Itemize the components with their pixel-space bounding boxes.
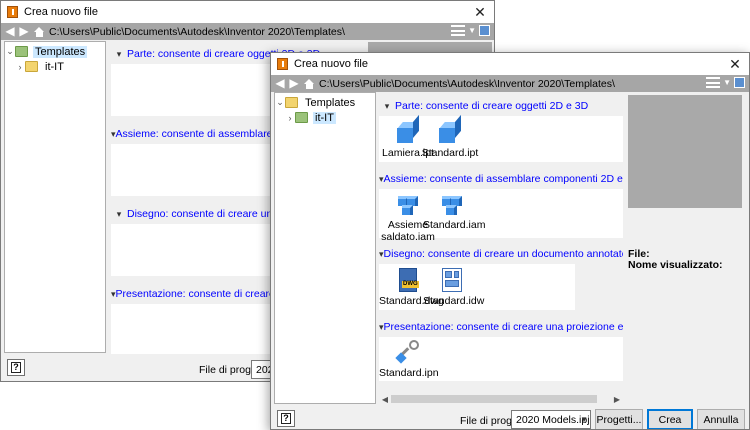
file-item-standard-iam[interactable]: Standard.iam — [423, 192, 485, 231]
chevron-down-icon[interactable]: ▼ — [723, 78, 731, 87]
group-header-disegno[interactable]: ▾ Disegno: consente di creare un document… — [379, 244, 623, 264]
folder-tree: ⌄ Templates › it-IT — [274, 92, 376, 404]
file-name: Standard.ipn — [379, 367, 439, 379]
dwg-tag: DWG — [402, 281, 419, 288]
window-title: Crea nuovo file — [294, 58, 368, 70]
chevron-down-icon[interactable]: ▼ — [468, 26, 476, 35]
group-title: Disegno: consente di creare un documento… — [383, 248, 623, 260]
group-body: Assieme saldato.iam Standard.iam — [379, 189, 623, 243]
help-icon: ? — [11, 362, 21, 373]
assembly-icon — [439, 192, 465, 216]
tree-item-templates[interactable]: ⌄ Templates — [5, 44, 105, 59]
dwg-file-icon: DWG — [399, 268, 419, 292]
close-icon[interactable]: ✕ — [721, 53, 749, 75]
inventor-app-icon — [277, 58, 288, 70]
tree-expander-icon[interactable]: › — [15, 62, 25, 72]
group-title: Presentazione: consente di creare una pr… — [383, 321, 623, 333]
view-list-icon[interactable] — [706, 77, 721, 88]
scroll-thumb[interactable] — [391, 395, 597, 403]
help-icon: ? — [281, 413, 291, 424]
forward-arrow-icon[interactable]: ▶ — [288, 75, 300, 92]
scroll-right-icon[interactable]: ▶ — [611, 395, 623, 404]
close-icon[interactable]: ✕ — [466, 1, 494, 23]
title-bar: Crea nuovo file ✕ — [1, 1, 494, 23]
path-text: C:\Users\Public\Documents\Autodesk\Inven… — [49, 25, 345, 38]
window-title: Crea nuovo file — [24, 6, 98, 18]
tree-item-it-it[interactable]: › it-IT — [275, 110, 375, 125]
tree-item-it-it[interactable]: › it-IT — [5, 59, 105, 74]
group-title: Assieme: consente di assemblare componen… — [383, 173, 623, 185]
help-button[interactable]: ? — [277, 410, 295, 427]
path-bar: ◀ ▶ C:\Users\Public\Documents\Autodesk\I… — [1, 23, 494, 40]
back-arrow-icon[interactable]: ◀ — [4, 23, 16, 40]
group-header-presentazione[interactable]: ▾Presentazione: consente di creare una p… — [379, 317, 623, 337]
back-arrow-icon[interactable]: ◀ — [274, 75, 286, 92]
path-bar: ◀ ▶ C:\Users\Public\Documents\Autodesk\I… — [271, 75, 749, 92]
file-item-standard-ipn[interactable]: Standard.ipn — [379, 340, 439, 379]
preview-pane-icon[interactable] — [734, 77, 745, 88]
preview-pane-icon[interactable] — [479, 25, 490, 36]
file-item-standard-ipt[interactable]: Standard.ipt — [421, 114, 479, 159]
forward-arrow-icon[interactable]: ▶ — [18, 23, 30, 40]
project-file-combo[interactable]: 2020 Models.ipj ▼ — [511, 410, 591, 429]
help-button[interactable]: ? — [7, 359, 25, 376]
inventor-app-icon — [7, 6, 18, 18]
path-text: C:\Users\Public\Documents\Autodesk\Inven… — [319, 77, 615, 90]
file-name: Standard.ipt — [421, 147, 479, 159]
home-icon[interactable] — [34, 26, 45, 37]
presentation-icon — [395, 340, 421, 364]
tree-label: it-IT — [313, 111, 336, 124]
tree-expander-icon[interactable]: ⌄ — [275, 97, 285, 108]
group-header-parte[interactable]: ▾ Parte: consente di creare oggetti 2D e … — [379, 96, 623, 116]
title-bar: Crea nuovo file ✕ — [271, 53, 749, 75]
group-body: Standard.ipn — [379, 337, 623, 381]
folder-tree: ⌄ Templates › it-IT — [4, 41, 106, 353]
preview-image — [628, 95, 742, 208]
idw-drawing-icon — [442, 268, 462, 292]
assembly-icon — [395, 192, 421, 216]
group-body: DWG Standard.dwg Standard.idw — [379, 264, 575, 310]
group-body: Lamiera.ipt Standard.ipt — [379, 114, 623, 162]
folder-icon — [285, 97, 298, 108]
view-list-icon[interactable] — [451, 25, 466, 36]
tree-label: it-IT — [45, 60, 64, 73]
cancel-button[interactable]: Annulla — [697, 409, 745, 429]
scroll-left-icon[interactable]: ◀ — [379, 395, 391, 404]
tree-label: Templates — [305, 96, 356, 109]
chevron-down-icon[interactable]: ▾ — [111, 209, 127, 220]
create-button[interactable]: Crea — [647, 409, 693, 429]
file-item-standard-idw[interactable]: Standard.idw — [423, 268, 485, 307]
tree-expander-icon[interactable]: ⌄ — [5, 46, 15, 57]
home-icon[interactable] — [304, 78, 315, 89]
projects-button[interactable]: Progetti... — [595, 409, 643, 429]
chevron-down-icon[interactable]: ▾ — [379, 101, 395, 112]
front-dialog-window: Crea nuovo file ✕ ◀ ▶ C:\Users\Public\Do… — [270, 52, 750, 430]
tree-item-templates[interactable]: ⌄ Templates — [275, 95, 375, 110]
part-cube-icon — [437, 114, 463, 144]
project-file-value: 2020 Models.ipj — [516, 413, 590, 426]
group-title: Parte: consente di creare oggetti 2D e 3… — [395, 100, 589, 112]
file-name: Standard.iam — [423, 219, 486, 231]
part-cube-icon — [395, 114, 421, 144]
file-name: Standard.idw — [423, 295, 485, 307]
chevron-down-icon[interactable]: ▾ — [111, 49, 127, 60]
template-list: ▾ Parte: consente di creare oggetti 2D e … — [379, 96, 623, 388]
tree-expander-icon[interactable]: › — [285, 113, 295, 123]
tree-label: Templates — [33, 45, 88, 58]
chevron-down-icon[interactable]: ▼ — [580, 411, 588, 428]
display-name-label: Nome visualizzato: — [628, 259, 723, 271]
horizontal-scrollbar[interactable]: ◀ ▶ — [379, 393, 623, 405]
folder-icon — [15, 46, 28, 57]
folder-icon — [25, 61, 38, 72]
folder-icon — [295, 112, 308, 123]
group-header-assieme[interactable]: ▾ Assieme: consente di assemblare compone… — [379, 169, 623, 189]
